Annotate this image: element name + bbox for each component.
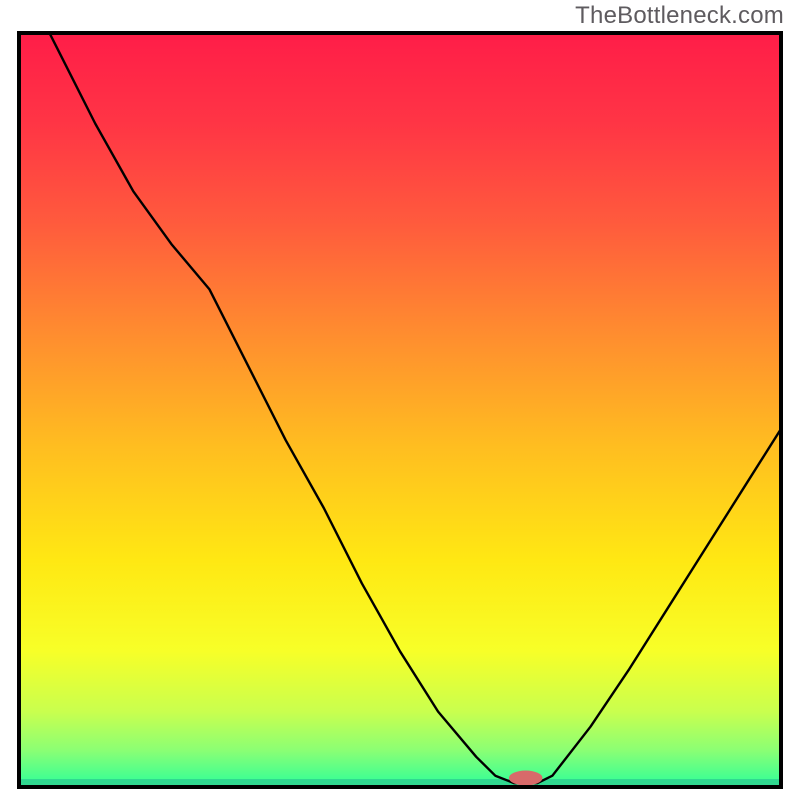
gradient-background bbox=[19, 33, 781, 787]
watermark-text: TheBottleneck.com bbox=[575, 2, 784, 30]
optimum-marker bbox=[509, 771, 543, 786]
chart-area bbox=[16, 30, 784, 790]
bottleneck-chart bbox=[16, 30, 784, 790]
